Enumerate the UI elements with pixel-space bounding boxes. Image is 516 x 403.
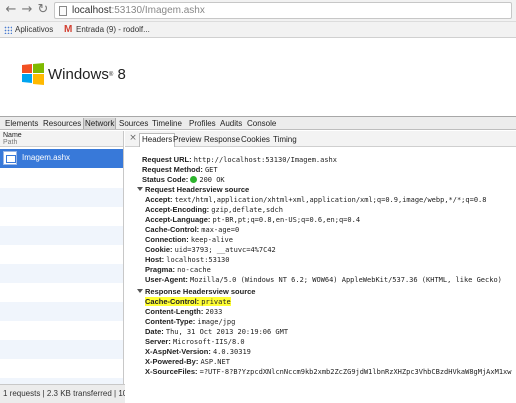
tab-sources[interactable]: Sources — [118, 118, 149, 129]
header-server: Server: Microsoft-IIS/8.0 — [145, 337, 245, 346]
tab-cookies[interactable]: Cookies — [239, 134, 272, 146]
tab-profiles[interactable]: Profiles — [188, 118, 217, 129]
page-icon — [59, 6, 67, 16]
header-pragma: Pragma: no-cache — [145, 265, 211, 274]
header-cookie: Cookie: uid=3793; __atuvc=4%7C42 — [145, 245, 276, 254]
address-bar[interactable]: localhost:53130/Imagem.ashx — [54, 2, 512, 19]
gmail-icon: M — [64, 24, 73, 35]
tab-timing[interactable]: Timing — [271, 134, 299, 146]
header-connection: Connection: keep-alive — [145, 235, 233, 244]
header-cache-control: Cache-Control: max-age=0 — [145, 225, 240, 234]
request-url-line: Request URL: http://localhost:53130/Imag… — [142, 155, 337, 164]
tab-network[interactable]: Network — [83, 118, 117, 129]
response-headers-section[interactable]: Response Headersview source — [137, 287, 255, 297]
header-cache-control-private: Cache-Control: private — [145, 297, 231, 306]
view-source-link[interactable]: view source — [213, 287, 256, 296]
tab-console[interactable]: Console — [246, 118, 277, 129]
reload-button[interactable]: ↻ — [36, 3, 50, 17]
view-source-link[interactable]: view source — [206, 185, 249, 194]
tab-elements[interactable]: Elements — [4, 118, 39, 129]
header-content-length: Content-Length: 2033 — [145, 307, 223, 316]
header-host: Host: localhost:53130 — [145, 255, 230, 264]
reload-icon: ↻ — [37, 2, 49, 17]
header-x-aspnet-version: X-AspNet-Version: 4.0.30319 — [145, 347, 251, 356]
header-date: Date: Thu, 31 Oct 2013 20:19:06 GMT — [145, 327, 289, 336]
disclosure-triangle-icon — [137, 289, 143, 293]
bookmark-gmail-inbox[interactable]: M Entrada (9) - rodolf... — [64, 24, 150, 36]
header-accept: Accept: text/html,application/xhtml+xml,… — [145, 195, 487, 204]
status-ok-icon — [190, 176, 198, 183]
disclosure-triangle-icon — [137, 187, 143, 191]
forward-arrow-icon: → — [21, 2, 33, 17]
header-accept-language: Accept-Language: pt-BR,pt;q=0.8,en-US;q=… — [145, 215, 361, 224]
url-text: localhost:53130/Imagem.ashx — [72, 5, 205, 16]
tab-headers[interactable]: Headers — [139, 133, 176, 147]
column-header-name[interactable]: Name Path — [0, 131, 123, 147]
network-request-list: Name Path Imagem.ashx — [0, 131, 124, 403]
tab-resources[interactable]: Resources — [42, 118, 82, 129]
header-x-powered-by: X-Powered-By: ASP.NET — [145, 357, 230, 366]
status-code-line: Status Code: 200 OK — [142, 175, 225, 184]
browser-toolbar: ← → ↻ localhost:53130/Imagem.ashx — [0, 0, 516, 22]
tab-audits[interactable]: Audits — [219, 118, 243, 129]
request-method-line: Request Method: GET — [142, 165, 218, 174]
forward-button[interactable]: → — [20, 3, 34, 17]
header-accept-encoding: Accept-Encoding: gzip,deflate,sdch — [145, 205, 283, 214]
detail-tabbar: × Headers Preview Response Cookies Timin… — [125, 131, 516, 147]
bookmark-apps[interactable]: Aplicativos — [4, 24, 53, 36]
status-summary: 1 requests | 2.3 KB transferred | 10 r — [3, 389, 133, 398]
tab-preview[interactable]: Preview — [171, 134, 203, 146]
close-detail-button[interactable]: × — [128, 133, 138, 143]
network-status-bar: 1 requests | 2.3 KB transferred | 10 r — [0, 384, 133, 403]
devtools-tabbar: Elements Resources Network Sources Timel… — [0, 116, 516, 130]
empty-rows — [0, 169, 123, 387]
windows-8-logo-text: Windows® 8 — [48, 66, 126, 83]
windows-logo-icon — [22, 63, 44, 85]
back-arrow-icon: ← — [5, 2, 17, 17]
header-user-agent: User-Agent: Mozilla/5.0 (Windows NT 6.2;… — [145, 275, 502, 284]
bookmarks-bar: Aplicativos M Entrada (9) - rodolf... — [0, 22, 516, 38]
request-row[interactable]: Imagem.ashx — [0, 149, 123, 168]
request-headers-section[interactable]: Request Headersview source — [137, 185, 249, 195]
header-content-type: Content-Type: image/jpg — [145, 317, 236, 326]
header-x-sourcefiles: X-SourceFiles: =?UTF-8?B?YzpcdXNlcnNccm9… — [145, 367, 512, 376]
image-file-icon — [3, 151, 17, 165]
tab-response[interactable]: Response — [202, 134, 242, 146]
tab-timeline[interactable]: Timeline — [151, 118, 183, 129]
page-content: Windows® 8 — [0, 39, 516, 116]
back-button[interactable]: ← — [4, 3, 18, 17]
request-name: Imagem.ashx — [22, 153, 71, 162]
request-detail-pane: × Headers Preview Response Cookies Timin… — [125, 131, 516, 403]
apps-grid-icon — [4, 26, 12, 34]
